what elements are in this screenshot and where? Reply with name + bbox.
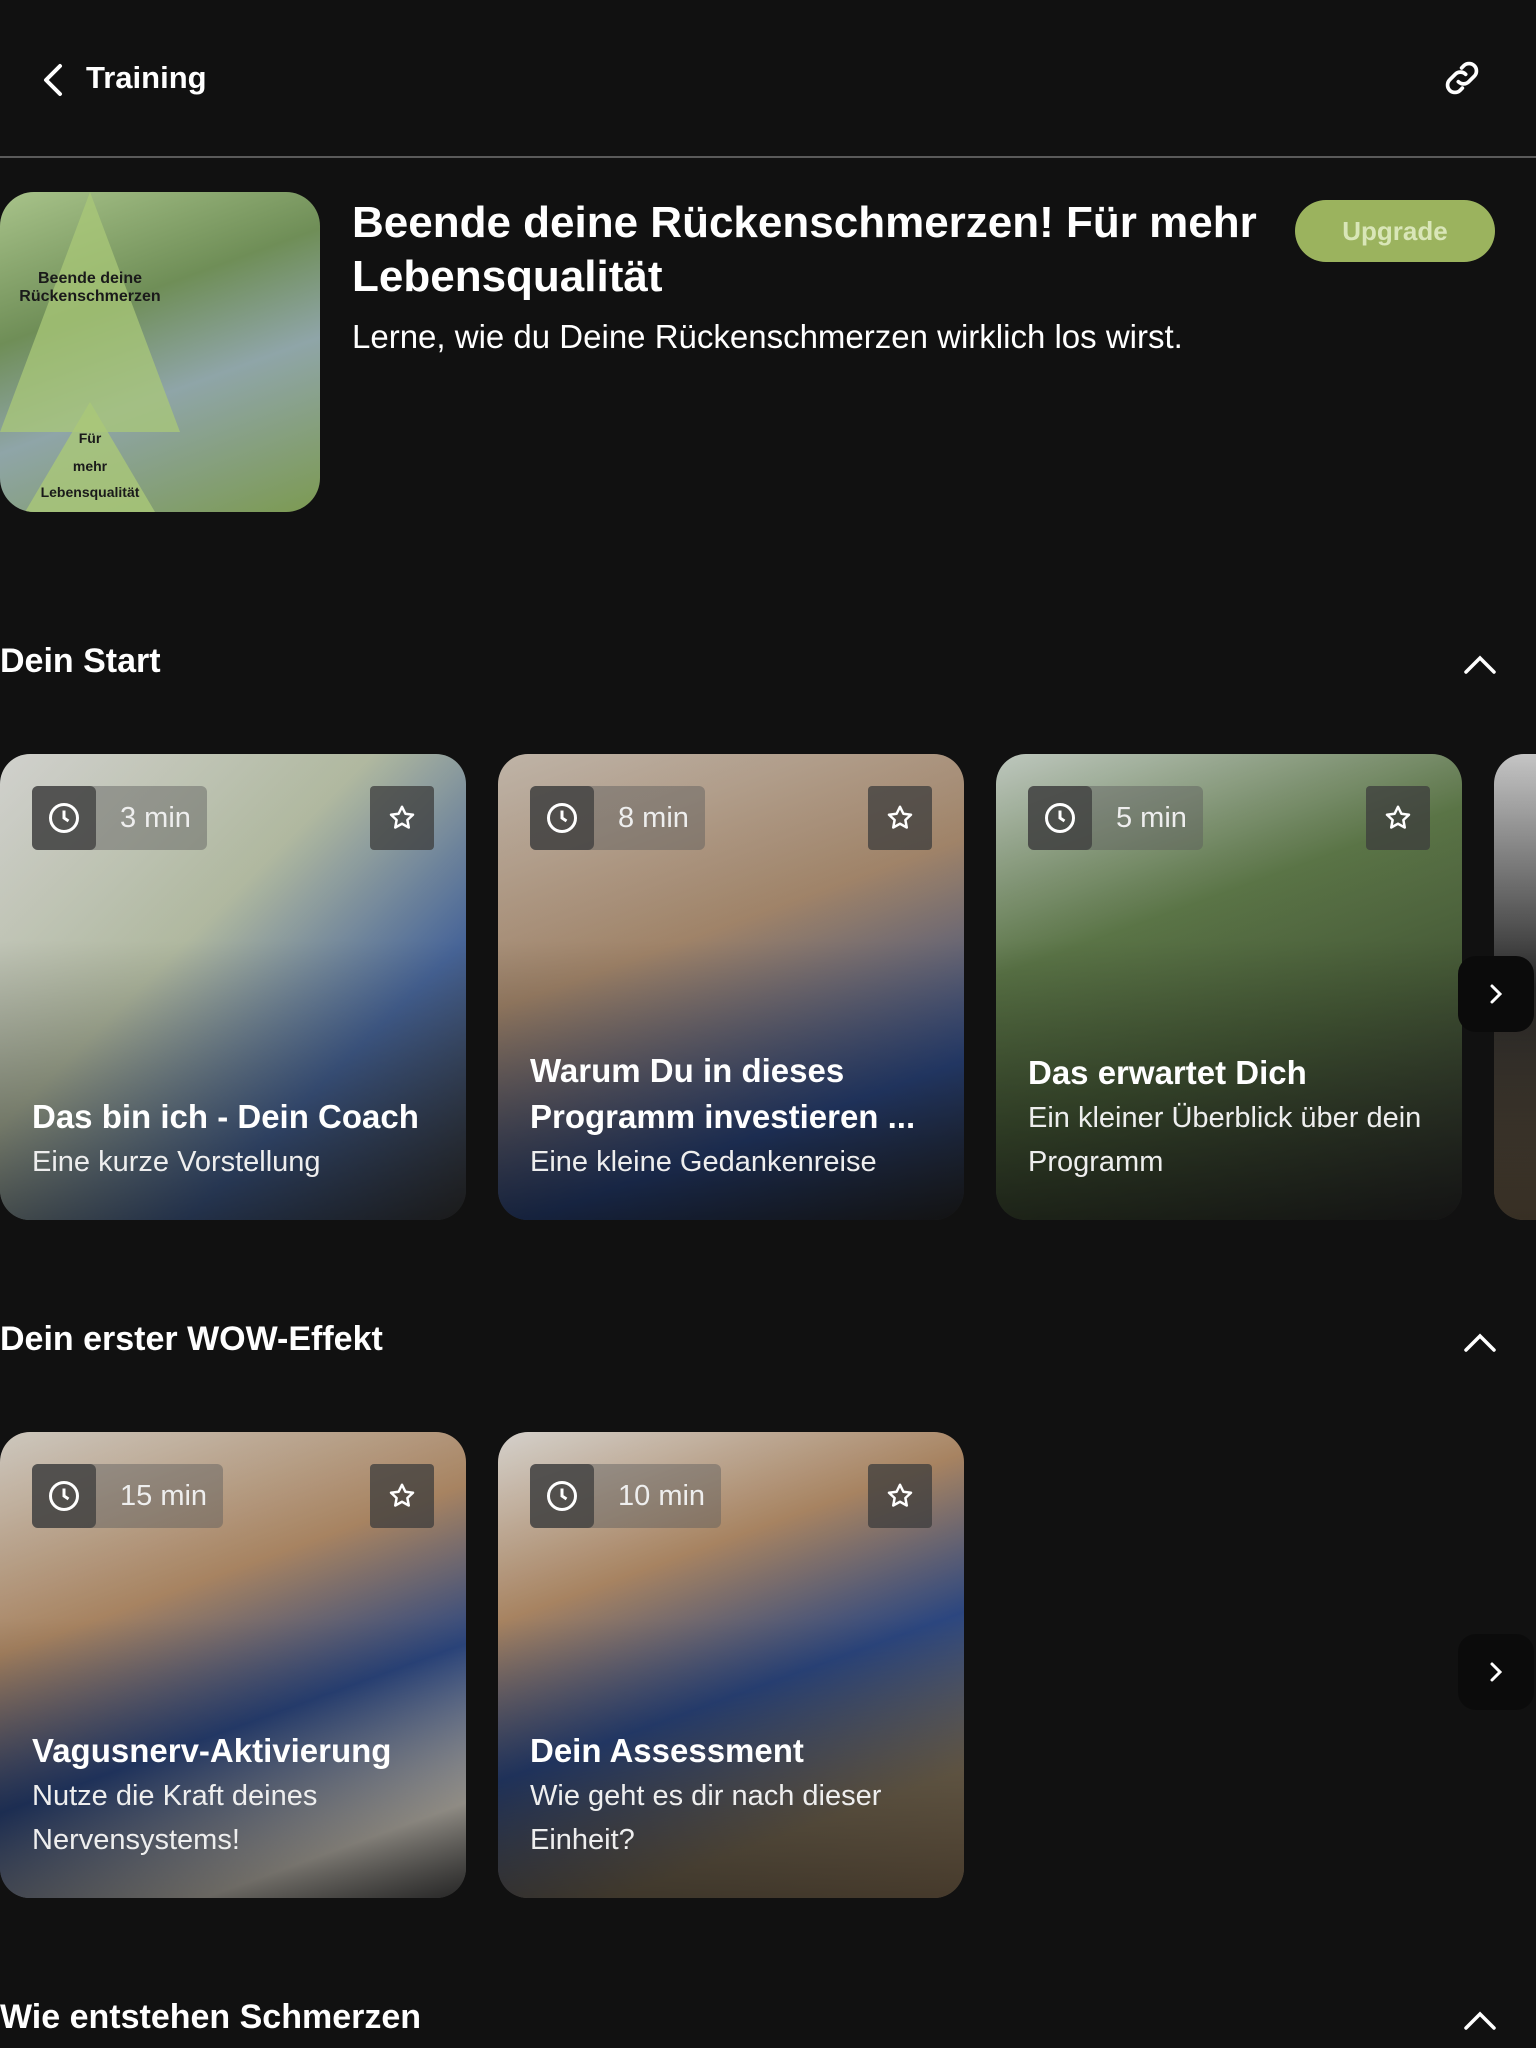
clock-icon [547,803,577,833]
link-icon[interactable] [1440,56,1484,100]
favorite-star-icon[interactable] [1366,786,1430,850]
clock-icon [547,1481,577,1511]
video-card[interactable]: 10 min Dein Assessment Wie geht es dir na… [498,1432,964,1898]
duration-text: 3 min [120,801,191,834]
cover-text: Beende deine Rückenschmerzen [19,270,161,305]
chevron-right-icon [1490,984,1503,1004]
duration-text: 15 min [120,1479,208,1512]
video-card[interactable]: 8 min Warum Du in dieses Programm invest… [498,754,964,1220]
duration-badge: 5 min [1028,786,1203,850]
favorite-star-icon[interactable] [370,1464,434,1528]
duration-text: 10 min [618,1479,706,1512]
favorite-star-icon[interactable] [868,786,932,850]
card-title: Das bin ich - Dein Coach [32,1098,419,1135]
scroll-right-button[interactable] [1458,956,1534,1032]
card-title: Warum Du in dieses Programm investieren … [530,1052,916,1135]
section-title: Dein Start [0,642,161,680]
chevron-up-icon[interactable] [1462,652,1498,676]
section-title: Wie entstehen Schmerzen [0,1998,422,2036]
clock-icon [49,1481,79,1511]
cover-text: mehr [72,458,108,474]
duration-badge: 3 min [32,786,207,850]
clock-icon [1045,803,1075,833]
card-subtitle: Wie geht es dir nach dieser Einheit? [530,1780,882,1856]
card-title: Das erwartet Dich [1028,1054,1307,1091]
section-title: Dein erster WOW-Effekt [0,1320,383,1358]
clock-icon [49,803,79,833]
duration-badge: 8 min [530,786,705,850]
chevron-right-icon [1490,1662,1503,1682]
duration-badge: 15 min [32,1464,224,1528]
card-title: Vagusnerv-Aktivierung [32,1732,392,1769]
video-card[interactable]: 3 min Das bin ich - Dein Coach Eine kurze… [0,754,466,1220]
video-card[interactable]: 15 min Vagusnerv-Aktivierung Nutze die Kr… [0,1432,466,1898]
program-cover-image: Beende deine Rückenschmerzen Für mehr Le… [0,192,320,512]
chevron-up-icon[interactable] [1462,1330,1498,1354]
program-subtitle: Lerne, wie du Deine Rückenschmerzen wirk… [352,318,1183,355]
favorite-star-icon[interactable] [370,786,434,850]
video-card[interactable]: 5 min Das erwartet Dich Ein kleiner Überb… [996,754,1462,1220]
chevron-up-icon[interactable] [1462,2008,1498,2032]
card-subtitle: Nutze die Kraft deines Nervensystems! [32,1780,318,1856]
upgrade-button[interactable]: Upgrade [1295,200,1495,262]
scroll-right-button[interactable] [1458,1634,1534,1710]
card-subtitle: Eine kurze Vorstellung [32,1146,321,1178]
duration-text: 8 min [618,801,689,834]
card-subtitle: Eine kleine Gedankenreise [530,1146,877,1178]
favorite-star-icon[interactable] [868,1464,932,1528]
duration-text: 5 min [1116,801,1187,834]
duration-badge: 10 min [530,1464,722,1528]
back-chevron-icon[interactable] [34,58,74,102]
card-title: Dein Assessment [530,1732,804,1769]
cover-text: Lebensqualität [40,484,140,500]
page-title: Training [86,60,207,95]
cover-text: Für [78,430,102,446]
top-bar: Training [0,0,1536,158]
card-subtitle: Ein kleiner Überblick über dein Programm [1028,1102,1422,1178]
